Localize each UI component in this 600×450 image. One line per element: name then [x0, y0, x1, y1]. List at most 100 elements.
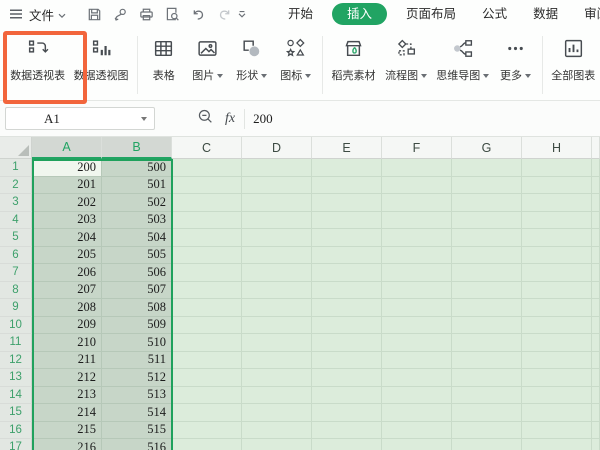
cell-G7[interactable]	[452, 264, 522, 282]
save-icon[interactable]	[81, 3, 107, 25]
cell-F6[interactable]	[382, 246, 452, 264]
row-header-3[interactable]: 3	[0, 194, 32, 212]
cell-B8[interactable]: 507	[102, 281, 172, 299]
cell-D14[interactable]	[242, 386, 312, 404]
cell-H12[interactable]	[522, 351, 592, 369]
cell-F7[interactable]	[382, 264, 452, 282]
cell-G6[interactable]	[452, 246, 522, 264]
cell-B11[interactable]: 510	[102, 334, 172, 352]
cell-B5[interactable]: 504	[102, 229, 172, 247]
cell-A1[interactable]: 200	[32, 159, 102, 177]
cell-A16[interactable]: 215	[32, 421, 102, 439]
cell-B14[interactable]: 513	[102, 386, 172, 404]
cell-C12[interactable]	[172, 351, 242, 369]
cell-D9[interactable]	[242, 299, 312, 317]
row-header-16[interactable]: 16	[0, 421, 32, 439]
name-box[interactable]: A1	[5, 107, 155, 130]
undo-icon[interactable]	[185, 3, 211, 25]
tab-data[interactable]: 数据	[520, 3, 571, 25]
cell-C2[interactable]	[172, 176, 242, 194]
cell-filler[interactable]	[592, 316, 600, 334]
cell-B1[interactable]: 500	[102, 159, 172, 177]
cell-filler[interactable]	[592, 159, 600, 177]
tab-formulas[interactable]: 公式	[469, 3, 520, 25]
row-header-17[interactable]: 17	[0, 439, 32, 450]
cell-A4[interactable]: 203	[32, 211, 102, 229]
cell-filler[interactable]	[592, 299, 600, 317]
cell-filler[interactable]	[592, 334, 600, 352]
cell-H14[interactable]	[522, 386, 592, 404]
cell-B6[interactable]: 505	[102, 246, 172, 264]
redo-icon[interactable]	[211, 3, 237, 25]
cell-F8[interactable]	[382, 281, 452, 299]
cell-A7[interactable]: 206	[32, 264, 102, 282]
print-preview-icon[interactable]	[159, 3, 185, 25]
cell-B12[interactable]: 511	[102, 351, 172, 369]
cell-A8[interactable]: 207	[32, 281, 102, 299]
cell-filler[interactable]	[592, 404, 600, 422]
cell-H5[interactable]	[522, 229, 592, 247]
toolbar-customize-caret-icon[interactable]	[237, 3, 247, 25]
cell-G8[interactable]	[452, 281, 522, 299]
cell-D8[interactable]	[242, 281, 312, 299]
cell-G10[interactable]	[452, 316, 522, 334]
icons-button[interactable]: 图标	[274, 35, 318, 83]
cell-B15[interactable]: 514	[102, 404, 172, 422]
cell-G16[interactable]	[452, 421, 522, 439]
cell-B17[interactable]: 516	[102, 439, 172, 450]
cell-filler[interactable]	[592, 439, 600, 450]
cell-E10[interactable]	[312, 316, 382, 334]
cell-F9[interactable]	[382, 299, 452, 317]
column-header-H[interactable]: H	[522, 137, 592, 159]
column-header-partial[interactable]	[592, 137, 600, 159]
cell-B16[interactable]: 515	[102, 421, 172, 439]
cell-C11[interactable]	[172, 334, 242, 352]
cell-C9[interactable]	[172, 299, 242, 317]
cell-D3[interactable]	[242, 194, 312, 212]
cell-A15[interactable]: 214	[32, 404, 102, 422]
row-header-10[interactable]: 10	[0, 316, 32, 334]
cell-E16[interactable]	[312, 421, 382, 439]
cell-H15[interactable]	[522, 404, 592, 422]
cell-E9[interactable]	[312, 299, 382, 317]
cell-A14[interactable]: 213	[32, 386, 102, 404]
cell-G3[interactable]	[452, 194, 522, 212]
cell-C5[interactable]	[172, 229, 242, 247]
cell-E1[interactable]	[312, 159, 382, 177]
row-header-13[interactable]: 13	[0, 369, 32, 387]
cell-G9[interactable]	[452, 299, 522, 317]
cell-filler[interactable]	[592, 386, 600, 404]
row-header-8[interactable]: 8	[0, 281, 32, 299]
column-header-C[interactable]: C	[172, 137, 242, 159]
cell-A17[interactable]: 216	[32, 439, 102, 450]
cell-C7[interactable]	[172, 264, 242, 282]
cell-A6[interactable]: 205	[32, 246, 102, 264]
cell-A13[interactable]: 212	[32, 369, 102, 387]
column-header-A[interactable]: A	[32, 137, 102, 159]
all-charts-button[interactable]: 全部图表	[547, 35, 600, 83]
cell-filler[interactable]	[592, 281, 600, 299]
cell-G5[interactable]	[452, 229, 522, 247]
cell-A11[interactable]: 210	[32, 334, 102, 352]
cell-H2[interactable]	[522, 176, 592, 194]
row-header-6[interactable]: 6	[0, 246, 32, 264]
cell-F3[interactable]	[382, 194, 452, 212]
more-button[interactable]: 更多	[494, 35, 538, 83]
cell-F11[interactable]	[382, 334, 452, 352]
picture-button[interactable]: 图片	[186, 35, 230, 83]
select-all-corner[interactable]	[0, 137, 32, 159]
cell-D17[interactable]	[242, 439, 312, 450]
cell-E11[interactable]	[312, 334, 382, 352]
cell-D6[interactable]	[242, 246, 312, 264]
cell-C17[interactable]	[172, 439, 242, 450]
cell-G13[interactable]	[452, 369, 522, 387]
cell-B3[interactable]: 502	[102, 194, 172, 212]
cell-filler[interactable]	[592, 246, 600, 264]
column-header-B[interactable]: B	[102, 137, 172, 159]
cell-G4[interactable]	[452, 211, 522, 229]
cell-G12[interactable]	[452, 351, 522, 369]
row-header-2[interactable]: 2	[0, 176, 32, 194]
cell-D15[interactable]	[242, 404, 312, 422]
cell-E6[interactable]	[312, 246, 382, 264]
cell-D1[interactable]	[242, 159, 312, 177]
